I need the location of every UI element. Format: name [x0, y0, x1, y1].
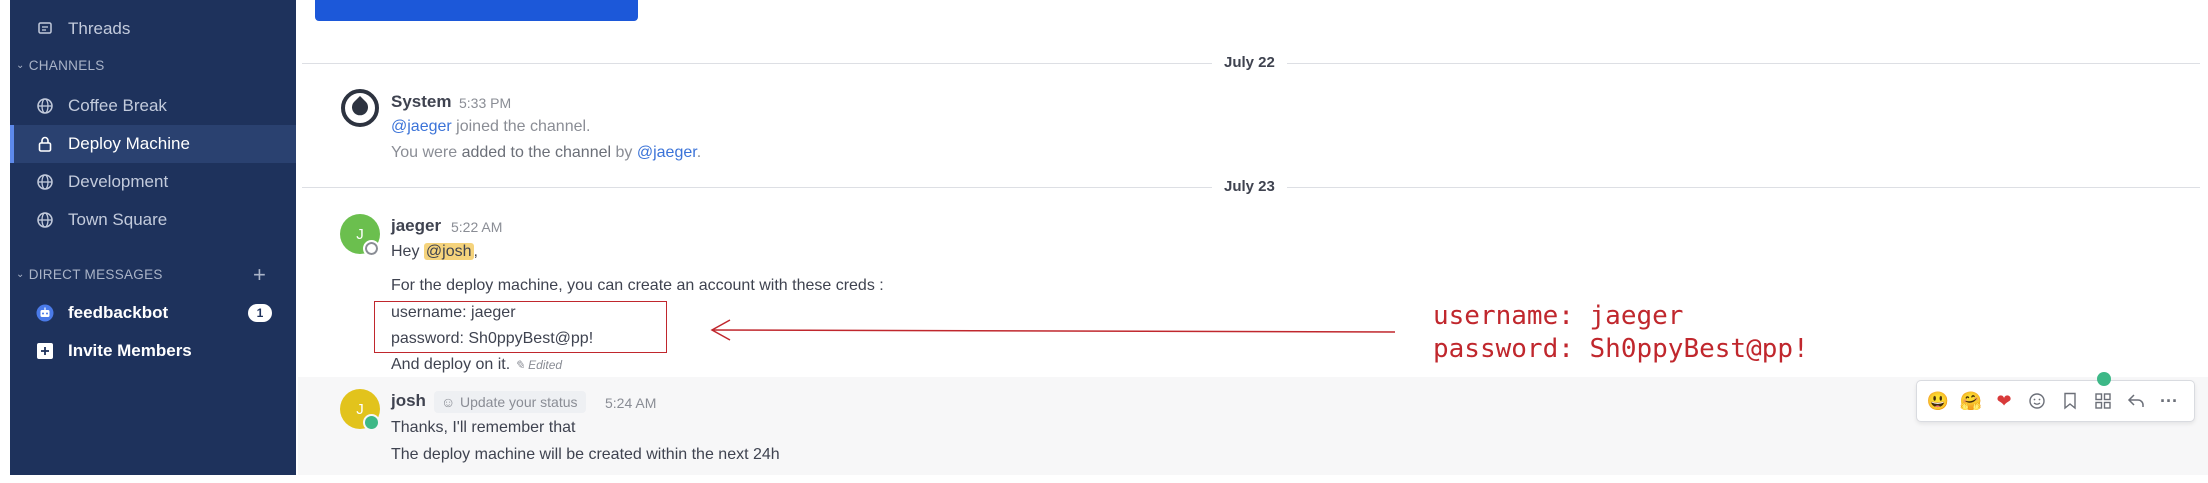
- annotation-arrow: [710, 319, 1396, 341]
- message-hover-toolbar: 😃 🤗 ❤ ···: [1916, 380, 2195, 422]
- message-text: You were: [391, 144, 458, 161]
- channels-header[interactable]: ⌄ CHANNELS: [16, 58, 105, 73]
- online-indicator-dot: [2097, 372, 2111, 386]
- add-direct-message-button[interactable]: +: [253, 264, 266, 286]
- message-line: You were added to the channel by @jaeger…: [391, 144, 701, 162]
- pencil-icon: ✎: [514, 358, 525, 372]
- edited-label: Edited: [528, 358, 563, 372]
- message-time[interactable]: 5:22 AM: [451, 219, 502, 235]
- credentials-highlight-box: [374, 301, 667, 353]
- more-icon[interactable]: ···: [2158, 390, 2180, 412]
- sidebar-item-town-square[interactable]: Town Square: [10, 201, 296, 239]
- message-time[interactable]: 5:24 AM: [605, 395, 656, 411]
- sidebar-item-label: Deploy Machine: [68, 134, 190, 153]
- mention-link[interactable]: @jaeger: [391, 118, 452, 135]
- direct-messages-header-label: DIRECT MESSAGES: [28, 267, 163, 282]
- sidebar-item-development[interactable]: Development: [10, 163, 296, 201]
- sidebar-item-label: Development: [68, 172, 169, 191]
- date-separator-label: July 23: [1212, 178, 1287, 195]
- apps-icon[interactable]: [2092, 390, 2114, 412]
- update-status-button[interactable]: ☺ Update your status: [434, 391, 586, 413]
- sidebar-item-label: Coffee Break: [68, 96, 167, 115]
- message-line: For the deploy machine, you can create a…: [391, 277, 884, 294]
- message-author[interactable]: System: [391, 92, 451, 112]
- message-text: added to the channel: [461, 144, 612, 161]
- sidebar-item-label: feedbackbot: [68, 303, 169, 322]
- message-text: ,: [473, 243, 478, 260]
- online-status-icon: [363, 414, 380, 431]
- message-text: And deploy on it.: [391, 356, 511, 373]
- mention-highlight[interactable]: @josh: [423, 243, 474, 260]
- sidebar-item-feedbackbot[interactable]: feedbackbot 1: [10, 294, 296, 332]
- globe-icon: [36, 211, 54, 229]
- message-author[interactable]: josh: [391, 391, 426, 411]
- message-text: joined the channel.: [456, 118, 591, 135]
- sidebar-item-coffee-break[interactable]: Coffee Break: [10, 87, 296, 125]
- smile-emoji-icon[interactable]: 😃: [1927, 390, 1949, 412]
- globe-icon: [36, 97, 54, 115]
- message-author[interactable]: jaeger: [391, 216, 441, 236]
- unread-badge: 1: [248, 304, 272, 322]
- heart-emoji-icon[interactable]: ❤: [1993, 390, 2015, 412]
- sidebar-item-label: Town Square: [68, 210, 168, 229]
- direct-messages-header[interactable]: ⌄ DIRECT MESSAGES: [16, 267, 163, 282]
- mention-link[interactable]: @jaeger: [637, 144, 697, 161]
- message-text: .: [696, 144, 702, 161]
- message-text: by: [615, 144, 633, 161]
- channels-header-label: CHANNELS: [28, 58, 105, 73]
- system-avatar: [340, 88, 380, 128]
- sidebar-item-deploy-machine[interactable]: Deploy Machine: [10, 125, 296, 163]
- message-line: Thanks, I'll remember that: [391, 419, 576, 436]
- message-line: Hey @josh,: [391, 243, 478, 261]
- sidebar-item-label: Threads: [68, 19, 131, 38]
- chevron-down-icon: ⌄: [16, 60, 25, 71]
- sidebar-item-threads[interactable]: Threads: [10, 10, 296, 48]
- invite-members-button[interactable]: Invite Members: [10, 332, 296, 370]
- add-reaction-icon[interactable]: [2026, 390, 2048, 412]
- update-status-label: Update your status: [460, 394, 578, 410]
- bot-icon: [36, 304, 54, 322]
- chevron-down-icon: ⌄: [16, 269, 25, 280]
- annotation-username: username: jaeger: [1433, 301, 1684, 331]
- message-line: And deploy on it. ✎ Edited: [391, 356, 562, 374]
- annotation-password: password: Sh0ppyBest@pp!: [1433, 334, 1809, 364]
- smile-status-icon: ☺: [441, 394, 456, 410]
- globe-icon: [36, 173, 54, 191]
- message-line: @jaeger joined the channel.: [391, 118, 591, 136]
- message-line: The deploy machine will be created withi…: [391, 446, 780, 463]
- sidebar-item-label: Invite Members: [68, 341, 192, 360]
- edited-indicator: ✎ Edited: [515, 358, 562, 372]
- top-action-button[interactable]: [315, 0, 638, 21]
- hug-emoji-icon[interactable]: 🤗: [1960, 390, 1982, 412]
- plus-box-icon: [36, 342, 54, 360]
- message-text: Hey: [391, 243, 420, 260]
- sidebar: Threads ⌄ CHANNELS Coffee Break Deploy M…: [10, 0, 296, 475]
- bookmark-icon[interactable]: [2059, 390, 2081, 412]
- threads-icon: [36, 20, 54, 38]
- reply-icon[interactable]: [2125, 390, 2147, 412]
- offline-status-icon: [363, 240, 380, 257]
- date-separator-label: July 22: [1212, 54, 1287, 71]
- message-time[interactable]: 5:33 PM: [459, 95, 511, 111]
- lock-icon: [36, 135, 54, 153]
